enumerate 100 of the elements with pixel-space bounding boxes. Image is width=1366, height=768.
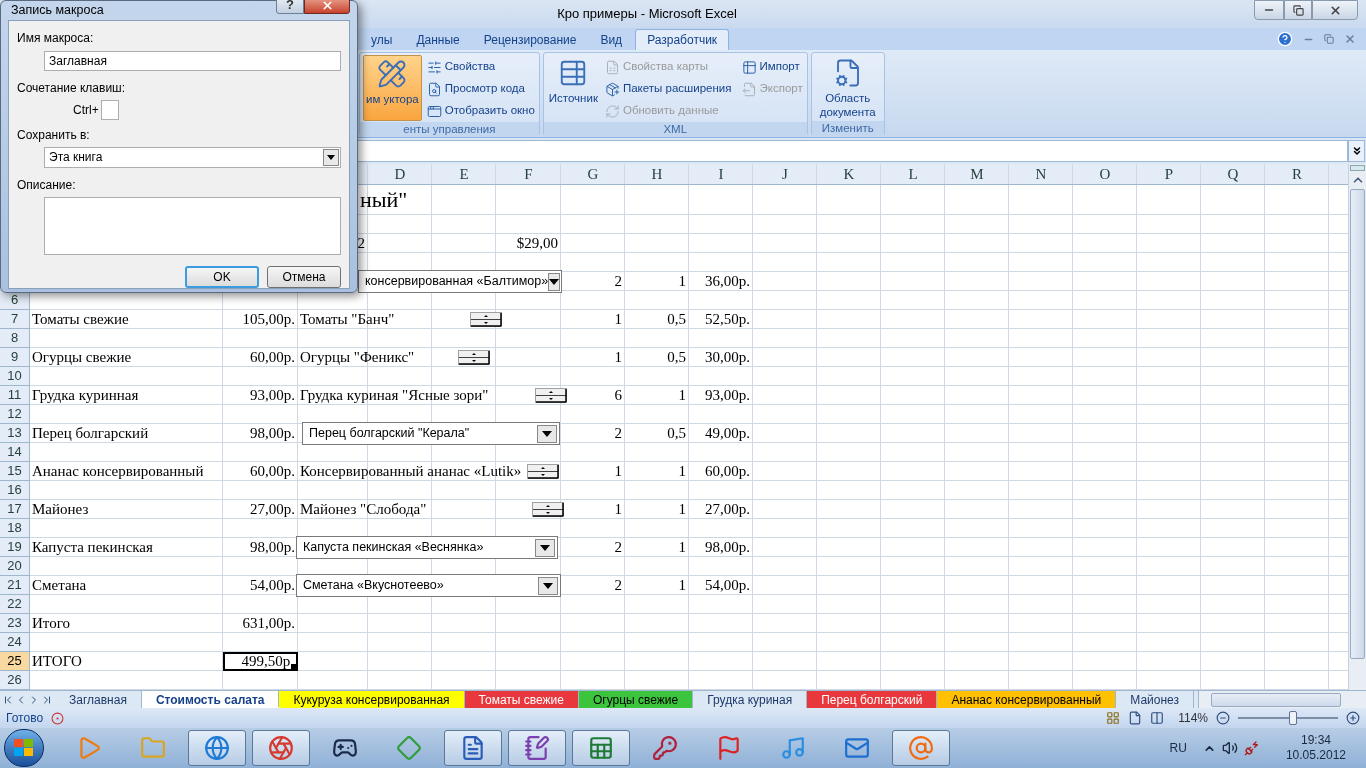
close-button[interactable] bbox=[304, 0, 350, 15]
sheet-tab[interactable]: Ананас консервированный bbox=[937, 691, 1117, 708]
column-header[interactable]: R bbox=[1265, 164, 1329, 185]
ribbon-button[interactable]: Отобразить окно bbox=[425, 100, 536, 122]
sheet-tab[interactable]: Кукуруза консервированная bbox=[279, 691, 465, 708]
language-indicator[interactable]: RU bbox=[1169, 739, 1187, 757]
row-header[interactable]: 16 bbox=[0, 481, 30, 500]
table-cell[interactable]: 499,50р. bbox=[223, 652, 298, 671]
description-field[interactable] bbox=[44, 196, 341, 255]
column-header[interactable]: P bbox=[1137, 164, 1201, 185]
row-header[interactable]: 7 bbox=[0, 310, 30, 329]
row-header[interactable]: 18 bbox=[0, 519, 30, 538]
column-header[interactable]: J bbox=[753, 164, 817, 185]
column-header[interactable]: Q bbox=[1201, 164, 1265, 185]
row-header[interactable]: 24 bbox=[0, 633, 30, 652]
dropdown[interactable]: Капуста пекинская «Веснянка» bbox=[296, 536, 558, 559]
normal-view-icon[interactable] bbox=[1106, 711, 1121, 725]
restore-icon[interactable] bbox=[1324, 34, 1334, 44]
close-icon[interactable] bbox=[1344, 33, 1356, 45]
volume-icon[interactable] bbox=[1221, 740, 1238, 756]
shortcut-field[interactable] bbox=[100, 99, 119, 120]
row-header[interactable]: 19 bbox=[0, 538, 30, 557]
help-button[interactable]: ? bbox=[276, 0, 304, 15]
vertical-scrollbar[interactable] bbox=[1348, 164, 1366, 690]
last-sheet-icon[interactable] bbox=[41, 693, 53, 706]
row-header[interactable]: 10 bbox=[0, 367, 30, 386]
column-header[interactable]: L bbox=[881, 164, 945, 185]
ribbon-tab[interactable]: Данные bbox=[405, 29, 471, 50]
column-header[interactable]: N bbox=[1009, 164, 1073, 185]
taskbar-app[interactable] bbox=[188, 730, 246, 766]
spinner-control[interactable] bbox=[527, 464, 559, 479]
taskbar-app[interactable] bbox=[444, 730, 502, 766]
taskbar-app[interactable] bbox=[252, 730, 310, 766]
row-header[interactable]: 9 bbox=[0, 348, 30, 367]
row-header[interactable]: 23 bbox=[0, 614, 30, 633]
row-header[interactable]: 13 bbox=[0, 424, 30, 443]
column-header[interactable]: I bbox=[689, 164, 753, 185]
ribbon-button[interactable]: Пакеты расширения bbox=[603, 78, 733, 100]
row-header[interactable]: 17 bbox=[0, 500, 30, 519]
dropdown[interactable]: Перец болгарский "Керала" bbox=[302, 422, 560, 445]
spinner-control[interactable] bbox=[535, 388, 567, 403]
clock[interactable]: 19:34 10.05.2012 bbox=[1285, 733, 1346, 763]
restore-button[interactable] bbox=[1284, 0, 1312, 20]
name-field[interactable]: Заглавная bbox=[44, 50, 341, 71]
page-layout-icon[interactable] bbox=[1128, 711, 1143, 725]
taskbar-app[interactable] bbox=[508, 730, 566, 766]
plug-icon[interactable] bbox=[1243, 740, 1260, 756]
sheet-tab[interactable]: Перец болгарский bbox=[807, 691, 938, 708]
column-header[interactable]: H bbox=[625, 164, 689, 185]
ribbon-button[interactable]: Просмотр кода bbox=[425, 78, 536, 100]
spinner-control[interactable] bbox=[458, 350, 490, 365]
row-header[interactable]: 22 bbox=[0, 595, 30, 614]
row-header[interactable]: 20 bbox=[0, 557, 30, 576]
row-header[interactable]: 25 bbox=[0, 652, 30, 671]
dropdown[interactable]: Сметана «Вкуснотеево» bbox=[296, 574, 561, 597]
ribbon-tab[interactable]: улы bbox=[360, 29, 404, 50]
zoom-in-icon[interactable] bbox=[1346, 711, 1360, 725]
sheet-tab[interactable]: Томаты свежие bbox=[464, 691, 579, 708]
column-header[interactable]: M bbox=[945, 164, 1009, 185]
zoom-out-icon[interactable] bbox=[1216, 711, 1230, 725]
column-header[interactable]: O bbox=[1073, 164, 1137, 185]
store-select[interactable]: Эта книга bbox=[44, 146, 341, 168]
taskbar-app[interactable] bbox=[572, 730, 630, 766]
taskbar-app[interactable] bbox=[892, 730, 950, 766]
spinner-control[interactable] bbox=[470, 312, 502, 327]
expand-button[interactable] bbox=[1348, 139, 1365, 162]
row-header[interactable]: 11 bbox=[0, 386, 30, 405]
row-header[interactable]: 21 bbox=[0, 576, 30, 595]
fill-handle[interactable] bbox=[291, 664, 296, 669]
column-header[interactable]: G bbox=[561, 164, 625, 185]
ribbon-tab[interactable]: Разработчик bbox=[635, 29, 730, 50]
start-button[interactable] bbox=[4, 729, 44, 767]
first-sheet-icon[interactable] bbox=[2, 693, 14, 706]
ribbon-button[interactable]: им уктора bbox=[363, 55, 422, 121]
column-header[interactable]: K bbox=[817, 164, 881, 185]
column-header[interactable]: E bbox=[432, 164, 496, 185]
page-break-icon[interactable] bbox=[1150, 711, 1165, 725]
sheet-tab[interactable]: Огурцы свежие bbox=[578, 691, 694, 708]
help-icon[interactable] bbox=[1277, 31, 1293, 47]
slider-thumb[interactable] bbox=[1288, 711, 1297, 725]
row-header[interactable]: 8 bbox=[0, 329, 30, 348]
scroll-thumb[interactable] bbox=[1350, 189, 1365, 659]
dropdown[interactable]: консервированная «Балтимор» bbox=[358, 270, 562, 293]
row-header[interactable]: 12 bbox=[0, 405, 30, 424]
horizontal-scrollbar[interactable] bbox=[1198, 691, 1366, 708]
ribbon-button[interactable]: Свойства bbox=[425, 56, 536, 78]
row-header[interactable]: 15 bbox=[0, 462, 30, 481]
column-header[interactable]: F bbox=[496, 164, 561, 185]
dialog-button[interactable]: Отмена bbox=[267, 265, 341, 288]
row-header[interactable]: 26 bbox=[0, 671, 30, 690]
spinner-control[interactable] bbox=[532, 502, 564, 517]
row-header[interactable]: 14 bbox=[0, 443, 30, 462]
ribbon-button[interactable]: Область документа bbox=[814, 55, 881, 121]
dialog-button[interactable]: OK bbox=[185, 265, 259, 288]
ribbon-button[interactable]: Источник bbox=[546, 55, 600, 121]
ribbon-tab[interactable]: Вид bbox=[589, 29, 634, 50]
record-icon[interactable] bbox=[51, 711, 65, 725]
column-header[interactable]: D bbox=[368, 164, 432, 185]
minimize-button[interactable] bbox=[1254, 0, 1284, 20]
ribbon-button[interactable]: Импорт bbox=[740, 56, 804, 78]
